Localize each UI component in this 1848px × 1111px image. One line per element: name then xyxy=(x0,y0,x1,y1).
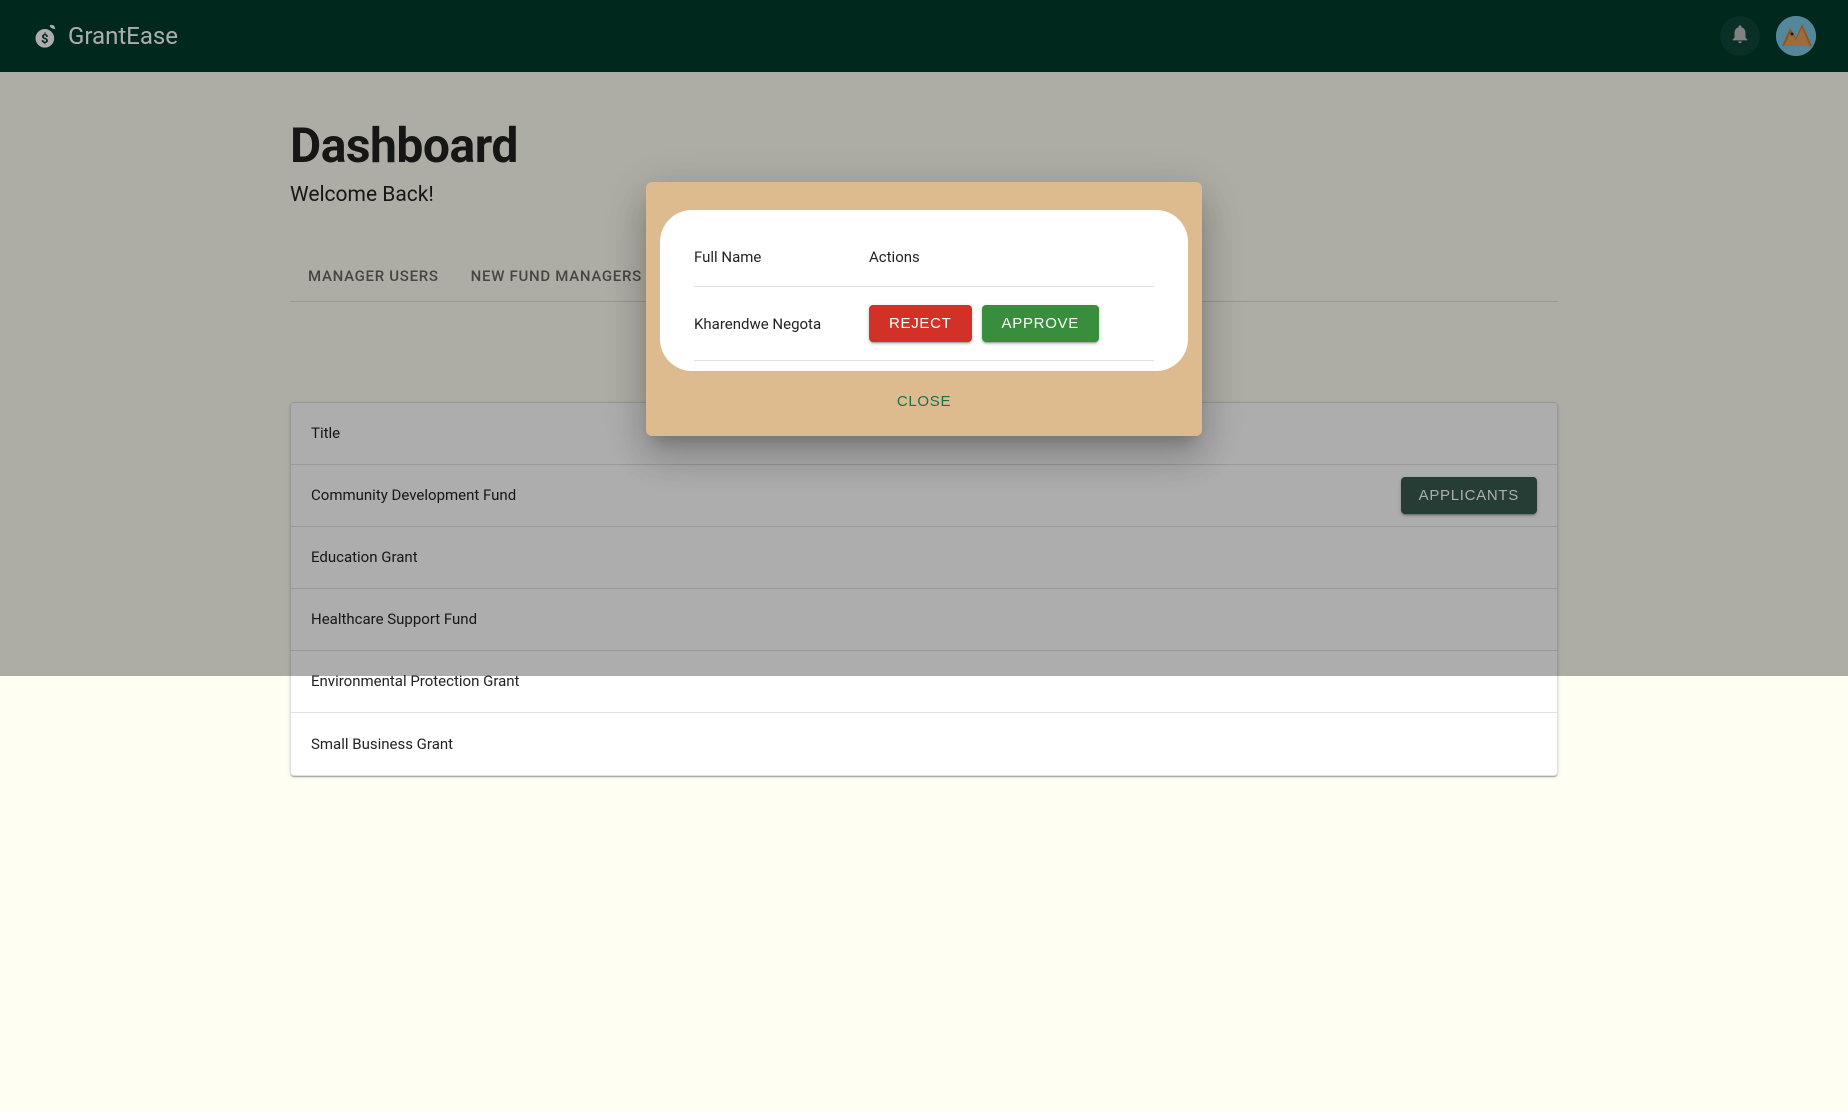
reject-button[interactable]: REJECT xyxy=(869,305,972,342)
modal-row-fullname: Kharendwe Negota xyxy=(694,315,869,333)
modal-row: Kharendwe Negota REJECT APPROVE xyxy=(694,287,1154,361)
applicants-modal: Full Name Actions Kharendwe Negota REJEC… xyxy=(646,182,1202,436)
modal-row-actions: REJECT APPROVE xyxy=(869,305,1154,342)
modal-footer: CLOSE xyxy=(660,371,1188,420)
modal-header-row: Full Name Actions xyxy=(694,234,1154,287)
modal-card: Full Name Actions Kharendwe Negota REJEC… xyxy=(660,210,1188,371)
modal-col-fullname: Full Name xyxy=(694,248,869,266)
table-row: Small Business Grant xyxy=(291,713,1557,775)
modal-col-actions: Actions xyxy=(869,248,1154,266)
close-button[interactable]: CLOSE xyxy=(885,387,963,416)
approve-button[interactable]: APPROVE xyxy=(982,305,1099,342)
row-title: Small Business Grant xyxy=(311,735,1377,753)
